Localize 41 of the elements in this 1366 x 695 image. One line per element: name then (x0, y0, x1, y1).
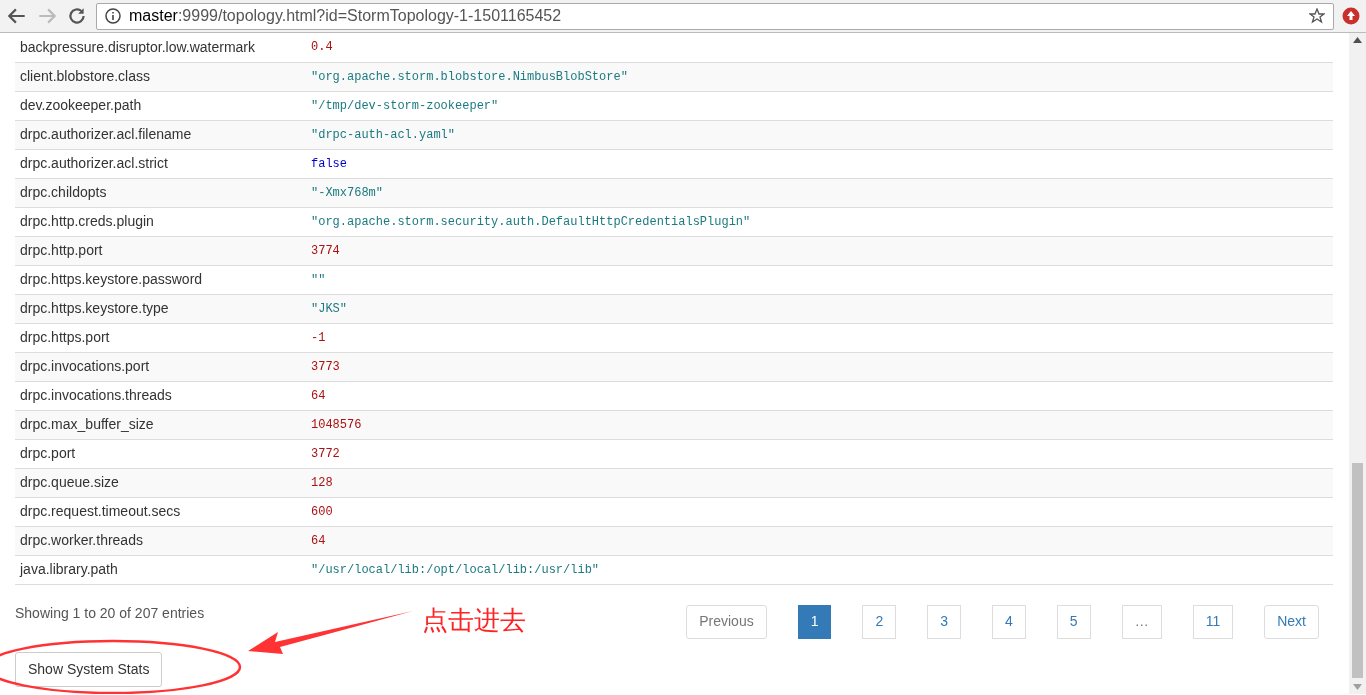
config-key-cell: drpc.queue.size (15, 468, 306, 497)
config-value-cell: 3773 (306, 352, 1333, 381)
config-value-cell: "JKS" (306, 294, 1333, 323)
page-link[interactable]: 4 (992, 604, 1026, 639)
extension-icon[interactable] (1342, 7, 1360, 25)
config-key-cell: client.blobstore.class (15, 62, 306, 91)
page-link[interactable]: 5 (1056, 604, 1091, 639)
page-link[interactable]: 3 (927, 604, 962, 639)
config-value-cell: "drpc-auth-acl.yaml" (306, 120, 1333, 149)
page-link[interactable]: 1 (797, 604, 832, 639)
config-value-cell: 0.4 (306, 33, 1333, 62)
config-key-cell: drpc.invocations.port (15, 352, 306, 381)
config-key-cell: backpressure.disruptor.low.watermark (15, 33, 306, 62)
show-system-stats-button[interactable]: Show System Stats (15, 651, 163, 687)
next-page-link[interactable]: Next (1264, 604, 1319, 639)
config-key-cell: drpc.https.keystore.type (15, 294, 306, 323)
config-key-cell: drpc.worker.threads (15, 526, 306, 555)
config-value-cell: 128 (306, 468, 1333, 497)
page-link[interactable]: 11 (1192, 604, 1234, 639)
scroll-thumb[interactable] (1352, 463, 1363, 678)
annotation-text: 点击进去 (422, 604, 526, 637)
scroll-up-icon[interactable] (1353, 37, 1362, 43)
url-text: master:9999/topology.html?id=StormTopology-1-1501165452 (129, 6, 563, 26)
page-link[interactable]: 2 (862, 604, 897, 639)
config-value-cell: "org.apache.storm.blobstore.NimbusBlobStore" (306, 62, 1333, 91)
config-value-cell: 3774 (306, 236, 1333, 265)
config-key-cell: drpc.childopts (15, 178, 306, 207)
config-value-cell: 64 (306, 526, 1333, 555)
config-value-cell: 1048576 (306, 410, 1333, 439)
config-value-cell: "-Xmx768m" (306, 178, 1333, 207)
config-value-cell: "/usr/local/lib:/opt/local/lib:/usr/lib" (306, 555, 1333, 584)
scrollbar[interactable] (1349, 33, 1366, 694)
config-key-cell: drpc.authorizer.acl.filename (15, 120, 306, 149)
config-key-cell: java.library.path (15, 555, 306, 584)
reload-icon[interactable] (66, 5, 88, 27)
address-bar[interactable]: master:9999/topology.html?id=StormTopology-1-1501165452 (96, 2, 1334, 30)
config-key-cell: drpc.http.port (15, 236, 306, 265)
entries-info: Showing 1 to 20 of 207 entries (15, 603, 205, 623)
config-key-cell: drpc.max_buffer_size (15, 410, 306, 439)
info-icon[interactable] (105, 8, 121, 24)
star-icon[interactable] (1309, 8, 1325, 24)
